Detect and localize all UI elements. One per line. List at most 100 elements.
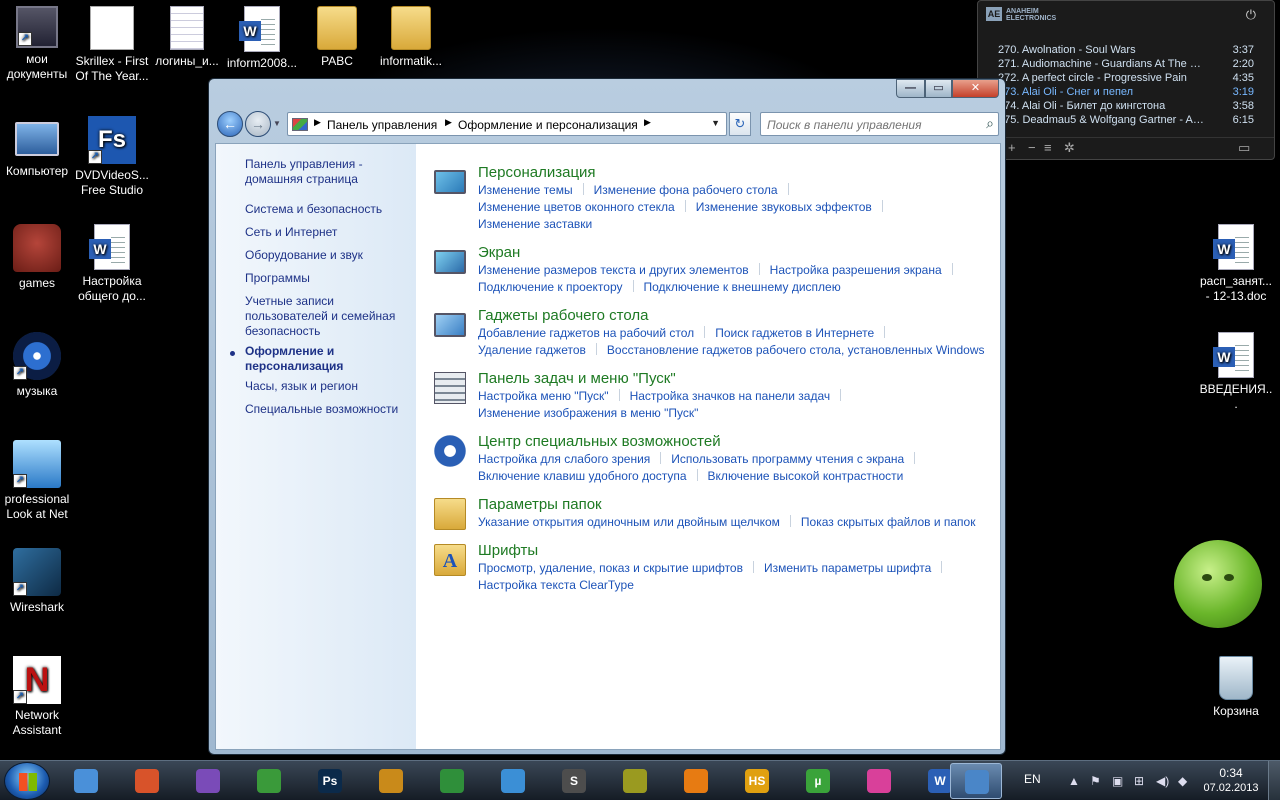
breadcrumb-arrow-icon[interactable]: ▶ — [445, 117, 452, 128]
desktop-icon-skrillex[interactable]: Skrillex - First Of The Year... — [75, 6, 149, 84]
taskbar-app[interactable]: µ — [792, 763, 844, 799]
desktop-icon-my-documents[interactable]: ↗ мои документы — [0, 6, 74, 82]
link-external-display[interactable]: Подключение к внешнему дисплею — [644, 280, 841, 294]
category-title[interactable]: Экран — [478, 244, 520, 262]
list-icon[interactable]: ≡ — [1044, 140, 1052, 155]
link-add-gadgets[interactable]: Добавление гаджетов на рабочий стол — [478, 326, 694, 340]
settings-icon[interactable]: ✲ — [1064, 140, 1075, 156]
taskbar-app[interactable] — [609, 763, 661, 799]
link-start-menu-picture[interactable]: Изменение изображения в меню "Пуск" — [478, 406, 698, 420]
link-low-vision[interactable]: Настройка для слабого зрения — [478, 452, 650, 466]
playlist-item[interactable]: 275. Deadmau5 & Wolfgang Gartner - Anima… — [998, 113, 1254, 127]
taskbar-app[interactable] — [365, 763, 417, 799]
playlist-item-current[interactable]: 273. Alai Oli - Снег и пепел 3:19 — [998, 85, 1254, 99]
link-screensaver[interactable]: Изменение заставки — [478, 217, 592, 231]
show-desktop-button[interactable] — [1268, 761, 1280, 800]
desktop-icon-schedule-doc[interactable]: W расп_занят... - 12-13.doc — [1198, 224, 1274, 304]
desktop-icon-shared-access-doc[interactable]: W Настройка общего до... — [75, 224, 149, 304]
desktop-icon-look-at-net[interactable]: ↗ professional Look at Net — [0, 440, 74, 522]
network-tray-icon[interactable]: ⊞ — [1134, 774, 1144, 788]
taskbar-app[interactable]: HS — [731, 763, 783, 799]
desktop-icon-network-assistant[interactable]: N ↗ Network Assistant — [0, 656, 74, 738]
desktop-icon-recycle-bin[interactable]: Корзина — [1198, 656, 1274, 719]
nav-link-clock-language[interactable]: Часы, язык и регион — [245, 379, 410, 394]
clock[interactable]: 0:34 07.02.2013 — [1200, 766, 1262, 796]
address-bar[interactable]: ▶ Панель управления ▶ Оформление и персо… — [287, 112, 727, 136]
taskbar-app[interactable] — [243, 763, 295, 799]
desktop-icon-inform2008[interactable]: W inform2008... — [225, 6, 299, 71]
desktop-icon-music[interactable]: ↗ музыка — [0, 332, 74, 399]
breadcrumb-appearance[interactable]: Оформление и персонализация — [458, 118, 638, 132]
desktop-icon-wireshark[interactable]: ↗ Wireshark — [0, 548, 74, 615]
power-icon[interactable]: ⏻ — [1246, 7, 1256, 23]
link-customize-start-menu[interactable]: Настройка меню "Пуск" — [478, 389, 609, 403]
folder-open-icon[interactable]: ▭ — [1238, 140, 1250, 156]
link-taskbar-icons[interactable]: Настройка значков на панели задач — [630, 389, 831, 403]
category-title[interactable]: Шрифты — [478, 542, 538, 560]
link-screen-resolution[interactable]: Настройка разрешения экрана — [770, 263, 942, 277]
playlist-item[interactable]: 274. Alai Oli - Билет до кингстона 3:58 — [998, 99, 1254, 113]
breadcrumb-arrow-icon[interactable]: ▶ — [314, 117, 321, 128]
link-sound-effects[interactable]: Изменение звуковых эффектов — [696, 200, 872, 214]
refresh-button[interactable]: ↻ — [729, 112, 751, 136]
nav-link-ease-of-access[interactable]: Специальные возможности — [245, 402, 410, 417]
link-desktop-background[interactable]: Изменение фона рабочего стола — [594, 183, 778, 197]
dropbox-icon[interactable]: ◆ — [1178, 774, 1187, 788]
link-manage-fonts[interactable]: Просмотр, удаление, показ и скрытие шриф… — [478, 561, 743, 575]
address-dropdown-icon[interactable]: ▼ — [711, 118, 720, 128]
taskbar-app[interactable] — [853, 763, 905, 799]
link-font-settings[interactable]: Изменить параметры шрифта — [764, 561, 931, 575]
link-window-color[interactable]: Изменение цветов оконного стекла — [478, 200, 675, 214]
nav-link-network-internet[interactable]: Сеть и Интернет — [245, 225, 410, 240]
desktop-icon-computer[interactable]: Компьютер — [0, 116, 74, 179]
playlist-item[interactable]: 272. A perfect circle - Progressive Pain… — [998, 71, 1254, 85]
desktop-icon-games[interactable]: games — [0, 224, 74, 291]
device-icon[interactable]: ▣ — [1112, 774, 1123, 788]
nav-link-home[interactable]: Панель управления - домашняя страница — [245, 157, 410, 187]
remove-icon[interactable]: − — [1028, 140, 1036, 155]
category-title[interactable]: Персонализация — [478, 164, 596, 182]
desktop-icon-pabc[interactable]: PABC — [300, 6, 374, 69]
playlist-item[interactable]: 271. Audiomachine - Guardians At The Gat… — [998, 57, 1254, 71]
close-button[interactable]: ✕ — [952, 79, 999, 98]
nav-link-user-accounts[interactable]: Учетные записи пользователей и семейная … — [245, 294, 410, 339]
taskbar-app[interactable]: Ps — [304, 763, 356, 799]
desktop-icon-informatik[interactable]: informatik... — [374, 6, 448, 69]
link-sticky-keys[interactable]: Включение клавиш удобного доступа — [478, 469, 687, 483]
breadcrumb-control-panel[interactable]: Панель управления — [327, 118, 437, 132]
link-single-double-click[interactable]: Указание открытия одиночным или двойным … — [478, 515, 780, 529]
recent-pages-dropdown-icon[interactable]: ▼ — [273, 119, 281, 128]
link-hidden-files[interactable]: Показ скрытых файлов и папок — [801, 515, 976, 529]
link-text-size[interactable]: Изменение размеров текста и других элеме… — [478, 263, 749, 277]
breadcrumb-arrow-icon[interactable]: ▶ — [644, 117, 651, 128]
desktop-icon-vvedeniya-doc[interactable]: W ВВЕДЕНИЯ... — [1198, 332, 1274, 412]
link-high-contrast[interactable]: Включение высокой контрастности — [708, 469, 904, 483]
link-remove-gadgets[interactable]: Удаление гаджетов — [478, 343, 586, 357]
language-indicator[interactable]: EN — [1024, 772, 1041, 786]
playlist-item[interactable]: 270. Awolnation - Soul Wars 3:37 — [998, 43, 1254, 57]
taskbar-app[interactable] — [60, 763, 112, 799]
link-find-gadgets-online[interactable]: Поиск гаджетов в Интернете — [715, 326, 874, 340]
start-button[interactable] — [4, 762, 50, 800]
search-icon[interactable]: ⌕ — [986, 115, 994, 132]
category-title[interactable]: Параметры папок — [478, 496, 602, 514]
show-hidden-icons-icon[interactable]: ▲ — [1068, 774, 1080, 788]
taskbar-app[interactable] — [487, 763, 539, 799]
desktop-icon-dvdvideosoft[interactable]: Fs ↗ DVDVideoS... Free Studio — [75, 116, 149, 198]
taskbar-app[interactable] — [121, 763, 173, 799]
taskbar-app[interactable]: S — [548, 763, 600, 799]
link-screen-reader[interactable]: Использовать программу чтения с экрана — [671, 452, 904, 466]
link-restore-gadgets[interactable]: Восстановление гаджетов рабочего стола, … — [607, 343, 985, 357]
nav-link-hardware-sound[interactable]: Оборудование и звук — [245, 248, 410, 263]
action-center-icon[interactable]: ⚑ — [1090, 774, 1101, 788]
forward-button[interactable]: → — [245, 111, 271, 137]
search-input[interactable] — [767, 117, 972, 133]
link-cleartype[interactable]: Настройка текста ClearType — [478, 578, 634, 592]
taskbar-app[interactable] — [670, 763, 722, 799]
back-button[interactable]: ← — [217, 111, 243, 137]
nav-link-programs[interactable]: Программы — [245, 271, 410, 286]
taskbar-app-active[interactable] — [950, 763, 1002, 799]
category-title[interactable]: Центр специальных возможностей — [478, 433, 721, 451]
minimize-button[interactable]: — — [896, 79, 925, 98]
desktop-icon-logins[interactable]: логины_и... — [150, 6, 224, 69]
